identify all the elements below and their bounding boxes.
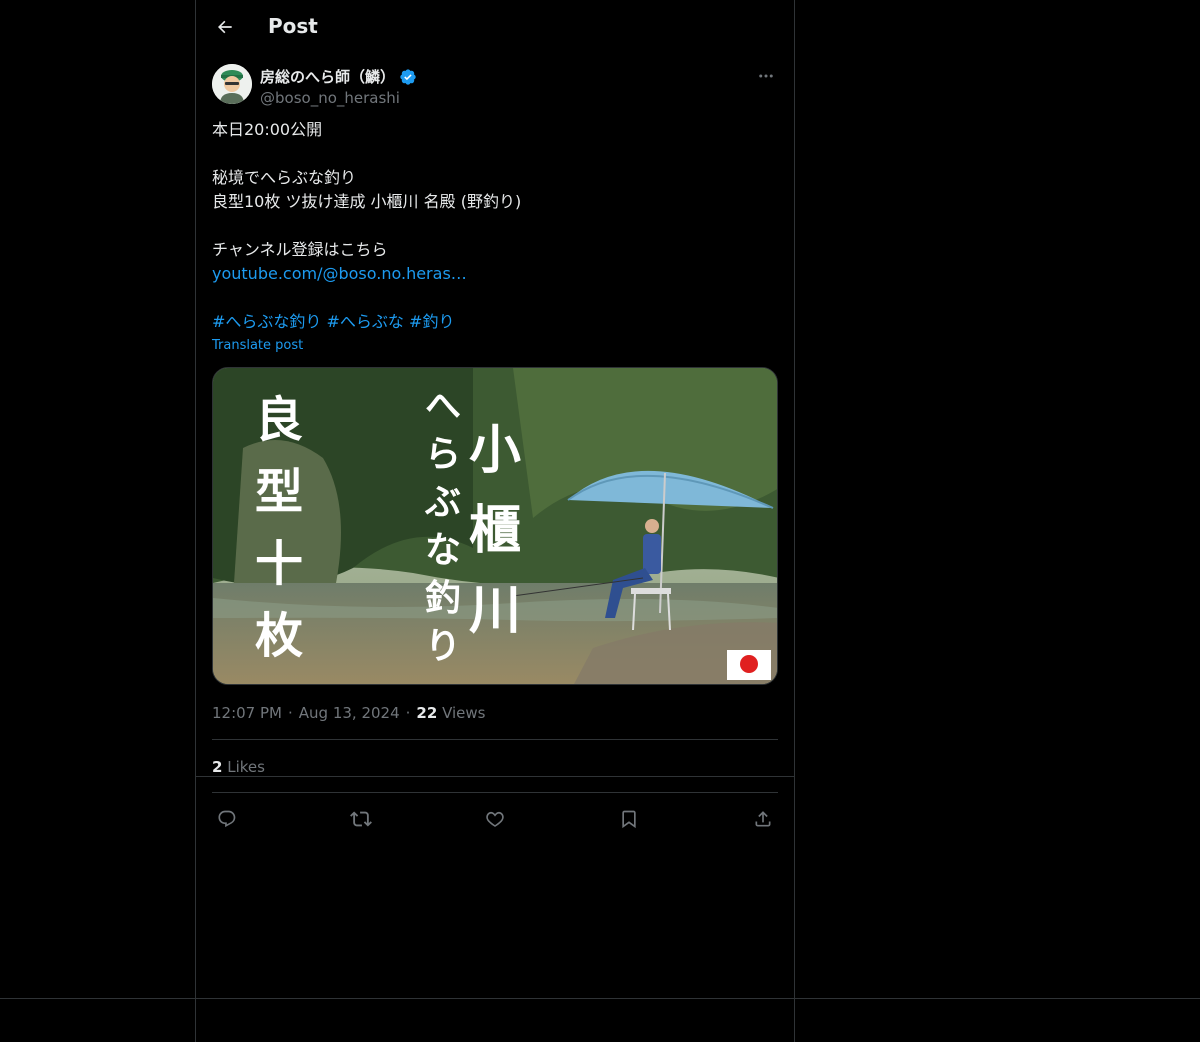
more-icon <box>759 74 773 78</box>
post-line: チャンネル登録はこちら <box>212 240 388 259</box>
repost-icon <box>350 811 372 827</box>
post-line: 秘境でへらぶな釣り <box>212 168 357 187</box>
share-icon <box>755 811 771 827</box>
views-count: 22 <box>416 704 438 722</box>
thumbnail-char: な <box>425 530 461 571</box>
more-button[interactable] <box>754 64 778 88</box>
post-time[interactable]: 12:07 PM <box>212 704 282 722</box>
avatar[interactable] <box>212 64 252 104</box>
back-arrow-icon <box>218 20 232 34</box>
likes-link[interactable]: 2 Likes <box>212 758 265 776</box>
verified-badge-icon <box>400 68 416 85</box>
hashtag-link[interactable]: #釣り <box>409 312 454 331</box>
youtube-link[interactable]: youtube.com/@boso.no.heras… <box>212 264 467 283</box>
action-bar <box>212 804 778 834</box>
bookmark-button[interactable] <box>617 807 641 831</box>
hashtag-link[interactable]: #へらぶな釣り <box>212 312 321 331</box>
thumbnail-right-caption: 小 櫃 川 <box>469 421 521 641</box>
post-line: 良型10枚 ツ抜け達成 小櫃川 名殿 (野釣り) <box>212 192 522 211</box>
meta-separator: · <box>405 704 411 722</box>
views[interactable]: 22 Views <box>416 704 485 722</box>
hashtag-link[interactable]: #へらぶな <box>327 312 404 331</box>
likes-count: 2 <box>212 758 223 776</box>
post-text: 本日20:00公開 秘境でへらぶな釣り 良型10枚 ツ抜け達成 小櫃川 名殿 (… <box>212 118 778 334</box>
avatar-image <box>212 64 252 104</box>
author-display-name-row[interactable]: 房総のへら師（鱗） <box>260 66 417 87</box>
bottom-divider <box>0 998 1200 999</box>
reply-icon <box>218 810 236 828</box>
page-header: Post <box>196 0 794 54</box>
translate-post-link[interactable]: Translate post <box>212 338 303 353</box>
thumbnail-char: ら <box>425 434 461 475</box>
thumbnail-char: 櫃 <box>469 501 521 561</box>
likes-label: Likes <box>227 758 265 776</box>
reply-button[interactable] <box>215 807 239 831</box>
bookmark-icon <box>622 810 636 829</box>
meta-separator: · <box>287 704 293 722</box>
thumbnail-char: へ <box>425 386 461 427</box>
thumbnail-char: ぶ <box>424 482 461 523</box>
thumbnail-char: り <box>425 626 461 667</box>
author-handle[interactable]: @boso_no_herashi <box>260 89 417 107</box>
post-date[interactable]: Aug 13, 2024 <box>299 704 400 722</box>
thumbnail-char: 釣 <box>425 578 461 619</box>
like-button[interactable] <box>483 807 507 831</box>
author-info: 房総のへら師（鱗） @boso_no_herashi <box>260 66 417 107</box>
primary-column: Post 房総のへら師（鱗） @boso_no_herashi 本日20:00公… <box>195 0 795 1042</box>
post-media-thumbnail[interactable]: 良 型 十 枚 へ ら ぶ な 釣 り 小 櫃 川 <box>212 367 778 685</box>
thumbnail-char: 型 <box>255 464 303 520</box>
divider <box>196 776 794 777</box>
share-button[interactable] <box>751 807 775 831</box>
thumbnail-char: 川 <box>469 581 521 641</box>
thumbnail-image: 良 型 十 枚 へ ら ぶ な 釣 り 小 櫃 川 <box>213 368 777 684</box>
thumbnail-char: 小 <box>469 421 521 481</box>
post-meta: 12:07 PM · Aug 13, 2024 · 22 Views <box>212 704 485 722</box>
divider <box>212 739 778 740</box>
like-icon <box>486 811 504 828</box>
post-line <box>212 214 778 238</box>
author-display-name[interactable]: 房総のへら師（鱗） <box>260 66 395 87</box>
thumbnail-char: 十 <box>255 536 303 592</box>
thumbnail-char: 枚 <box>255 608 303 664</box>
post-line: 本日20:00公開 <box>212 120 323 139</box>
back-button[interactable] <box>208 10 242 44</box>
repost-button[interactable] <box>349 807 373 831</box>
post-line <box>212 142 778 166</box>
page-title: Post <box>268 14 318 38</box>
thumbnail-char: 良 <box>255 392 303 448</box>
divider <box>212 792 778 793</box>
views-label: Views <box>442 704 486 722</box>
